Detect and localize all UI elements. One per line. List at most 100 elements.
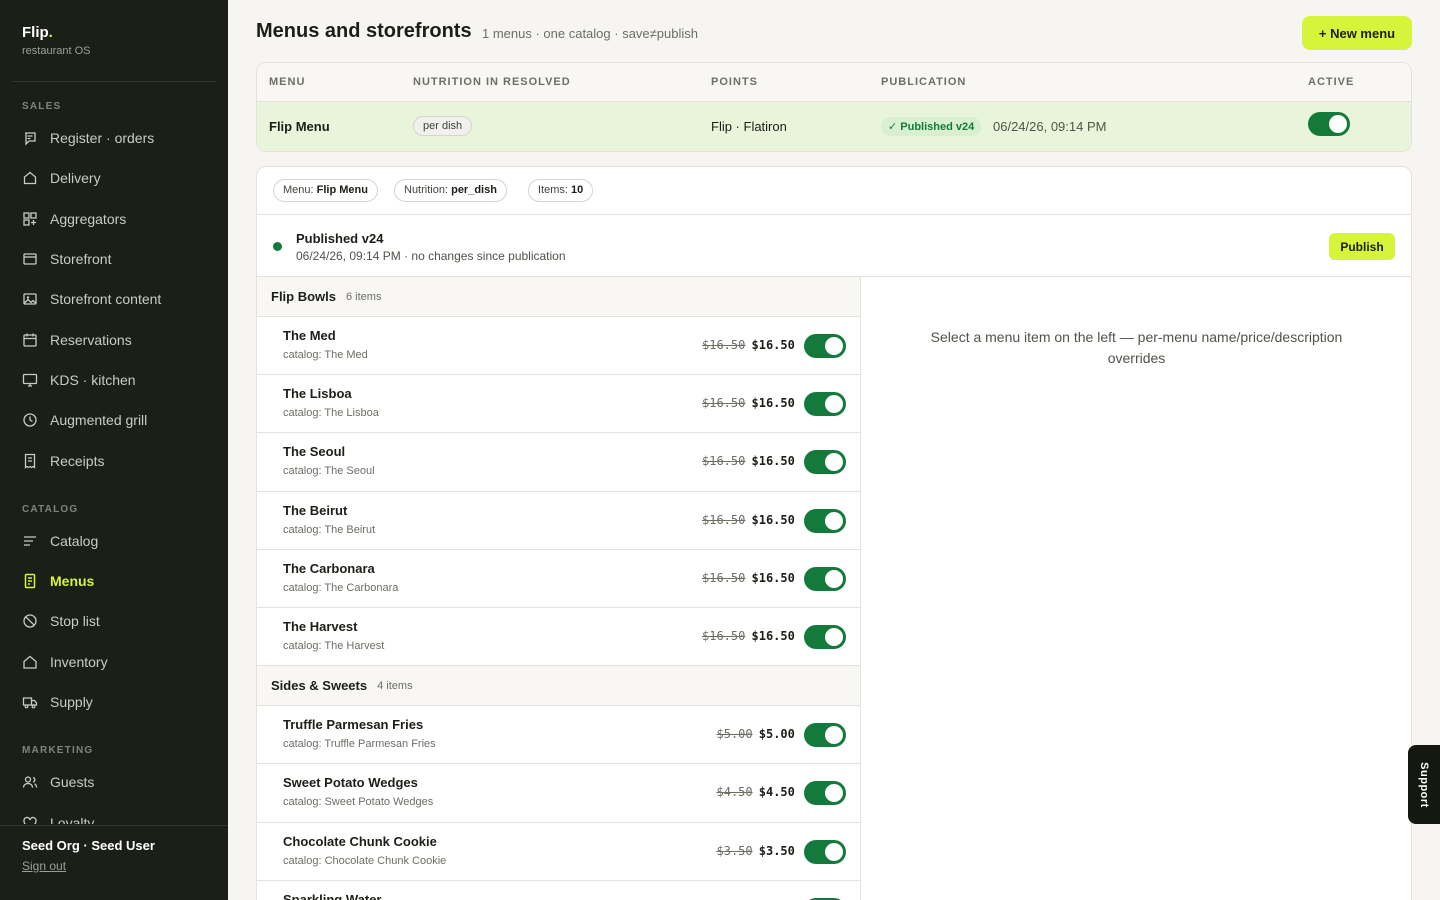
list-item[interactable]: The Lisboa catalog: The Lisboa $16.50 $16.5… [257, 375, 860, 434]
list-item[interactable]: The Med catalog: The Med $16.50 $16.50 [257, 317, 860, 376]
list-item[interactable]: The Seoul catalog: The Seoul $16.50 $16.50 [257, 433, 860, 492]
item-enabled-toggle[interactable] [804, 566, 846, 591]
item-enabled-toggle[interactable] [804, 508, 846, 533]
aggregators-icon [22, 211, 38, 227]
editor-hint: Select a menu item on the left — per-men… [930, 329, 1343, 366]
publish-button[interactable]: Publish [1329, 233, 1395, 260]
item-enabled-toggle[interactable] [804, 624, 846, 649]
item-name: The Harvest [283, 618, 358, 634]
column-header-nutrition: NUTRITION IN RESOLVED [413, 76, 571, 88]
home-icon [22, 654, 38, 670]
item-base-price: $16.50 [702, 570, 746, 585]
item-enabled-toggle[interactable] [804, 392, 846, 417]
list-item[interactable]: Chocolate Chunk Cookie catalog: Chocolate… [257, 823, 860, 881]
sidebar-item-receipts[interactable]: Receipts [0, 440, 228, 480]
item-catalog-ref: catalog: The Lisboa [283, 407, 379, 420]
item-base-price: $16.50 [702, 338, 746, 352]
sidebar-item-label: Aggregators [50, 210, 127, 227]
item-catalog-ref: catalog: The Seoul [283, 465, 375, 478]
item-catalog-ref: catalog: Sweet Potato Wedges [283, 796, 434, 809]
item-enabled-toggle[interactable] [804, 450, 846, 475]
menu-active-toggle[interactable] [1308, 112, 1350, 136]
item-catalog-ref: catalog: The Carbonara [283, 581, 399, 594]
sidebar-item-reservations[interactable]: Reservations [0, 319, 228, 359]
sign-out-link[interactable]: Sign out [22, 859, 66, 873]
sidebar-section-label: MARKETING [22, 745, 94, 757]
list-icon [22, 533, 38, 549]
status-subtitle: 06/24/26, 09:14 PM · no changes since pu… [296, 249, 566, 263]
list-item[interactable]: Sweet Potato Wedges catalog: Sweet Potato… [257, 764, 860, 823]
item-base-price: $4.50 [716, 785, 753, 800]
category-name: Flip Bowls [271, 289, 336, 304]
table-row[interactable]: Flip Menu per dish Flip · Flatiron ✓ Pub… [257, 102, 1411, 151]
sidebar-item-guests[interactable]: Guests [0, 762, 228, 802]
sidebar-item-catalog[interactable]: Catalog [0, 521, 228, 561]
item-price: $16.50 [751, 338, 795, 352]
column-header-publication: PUBLICATION [881, 76, 967, 88]
page-subtitle: 1 menus · one catalog · save≠publish [482, 26, 698, 41]
users-icon [22, 774, 38, 790]
item-name: Sparkling Water [283, 891, 382, 900]
sidebar-item-menus[interactable]: Menus [0, 561, 228, 601]
item-enabled-toggle[interactable] [804, 839, 846, 864]
menu-name: Flip Menu [269, 119, 330, 134]
item-price: $16.50 [751, 512, 795, 527]
page-title: Menus and storefronts [256, 20, 472, 42]
item-catalog-ref: catalog: Chocolate Chunk Cookie [283, 854, 447, 867]
sidebar-item-label: Inventory [50, 653, 108, 670]
sidebar-item-stop-list[interactable]: Stop list [0, 601, 228, 641]
brand-logo[interactable]: Flip. [22, 24, 90, 41]
sidebar-item-label: Register · orders [50, 130, 155, 147]
item-base-price: $3.50 [716, 843, 753, 858]
sidebar-item-delivery[interactable]: Delivery [0, 158, 228, 198]
sidebar-item-kds-kitchen[interactable]: KDS · kitchen [0, 360, 228, 400]
item-catalog-ref: catalog: Truffle Parmesan Fries [283, 738, 436, 751]
calendar-icon [22, 332, 38, 348]
sidebar-item-aggregators[interactable]: Aggregators [0, 199, 228, 239]
list-item[interactable]: The Carbonara catalog: The Carbonara $16.5… [257, 550, 860, 608]
delivery-icon [22, 170, 38, 186]
nutrition-chip: Nutrition: per_dish [394, 179, 507, 202]
list-item[interactable]: The Harvest catalog: The Harvest $16.50 $16… [257, 608, 860, 667]
sidebar-item-label: Loyalty [50, 814, 95, 824]
sidebar-item-label: Stop list [50, 613, 100, 630]
sidebar-item-register-orders[interactable]: Register · orders [0, 118, 228, 158]
new-menu-button[interactable]: + New menu [1302, 16, 1412, 50]
item-editor-panel: Select a menu item on the left — per-men… [862, 277, 1411, 900]
item-enabled-toggle[interactable] [804, 781, 846, 806]
support-tab[interactable]: Support [1408, 745, 1440, 824]
heart-icon [22, 815, 38, 824]
item-base-price: $16.50 [702, 396, 746, 411]
item-name: The Med [283, 328, 336, 343]
item-catalog-ref: catalog: The Med [283, 349, 368, 361]
brand: Flip. restaurant OS [22, 24, 90, 57]
sidebar-section-label: SALES [22, 101, 62, 112]
item-name: The Beirut [283, 502, 348, 518]
category-name: Sides & Sweets [271, 678, 368, 694]
sidebar-item-label: Augmented grill [50, 412, 148, 429]
item-base-price: $16.50 [702, 628, 746, 643]
list-item[interactable]: The Beirut catalog: The Beirut $16.50 $16.5… [257, 492, 860, 550]
menus-table-header: MENU NUTRITION IN RESOLVED POINTS PUBLIC… [257, 63, 1411, 102]
sidebar-item-loyalty[interactable]: Loyalty [0, 802, 228, 824]
sidebar-item-label: Menus [50, 573, 95, 590]
list-item[interactable]: Truffle Parmesan Fries catalog: Truffle P… [257, 706, 860, 765]
sidebar-item-storefront[interactable]: Storefront [0, 239, 228, 279]
sidebar-footer: Seed Org · Seed User Sign out [0, 825, 228, 900]
main-content: Menus and storefronts 1 menus · one cata… [228, 0, 1440, 900]
menu-chip: Menu: Flip Menu [273, 179, 378, 202]
sidebar-item-augmented-grill[interactable]: Augmented grill [0, 400, 228, 440]
list-item[interactable]: Sparkling Water [257, 881, 860, 900]
item-name: The Seoul [283, 444, 346, 460]
item-enabled-toggle[interactable] [804, 723, 846, 748]
publication-status: Published v24 06/24/26, 09:14 PM · no ch… [257, 215, 1411, 277]
user-label: Seed Org · Seed User [22, 838, 155, 853]
sidebar-item-supply[interactable]: Supply [0, 682, 228, 722]
sidebar-item-storefront-content[interactable]: Storefront content [0, 279, 228, 319]
item-name: The Carbonara [283, 560, 375, 576]
sidebar-item-inventory[interactable]: Inventory [0, 642, 228, 682]
sidebar-divider [12, 81, 216, 82]
item-price: $4.50 [758, 785, 795, 800]
sidebar: Flip. restaurant OS SALES Register · orde… [0, 0, 228, 900]
item-enabled-toggle[interactable] [804, 334, 846, 358]
